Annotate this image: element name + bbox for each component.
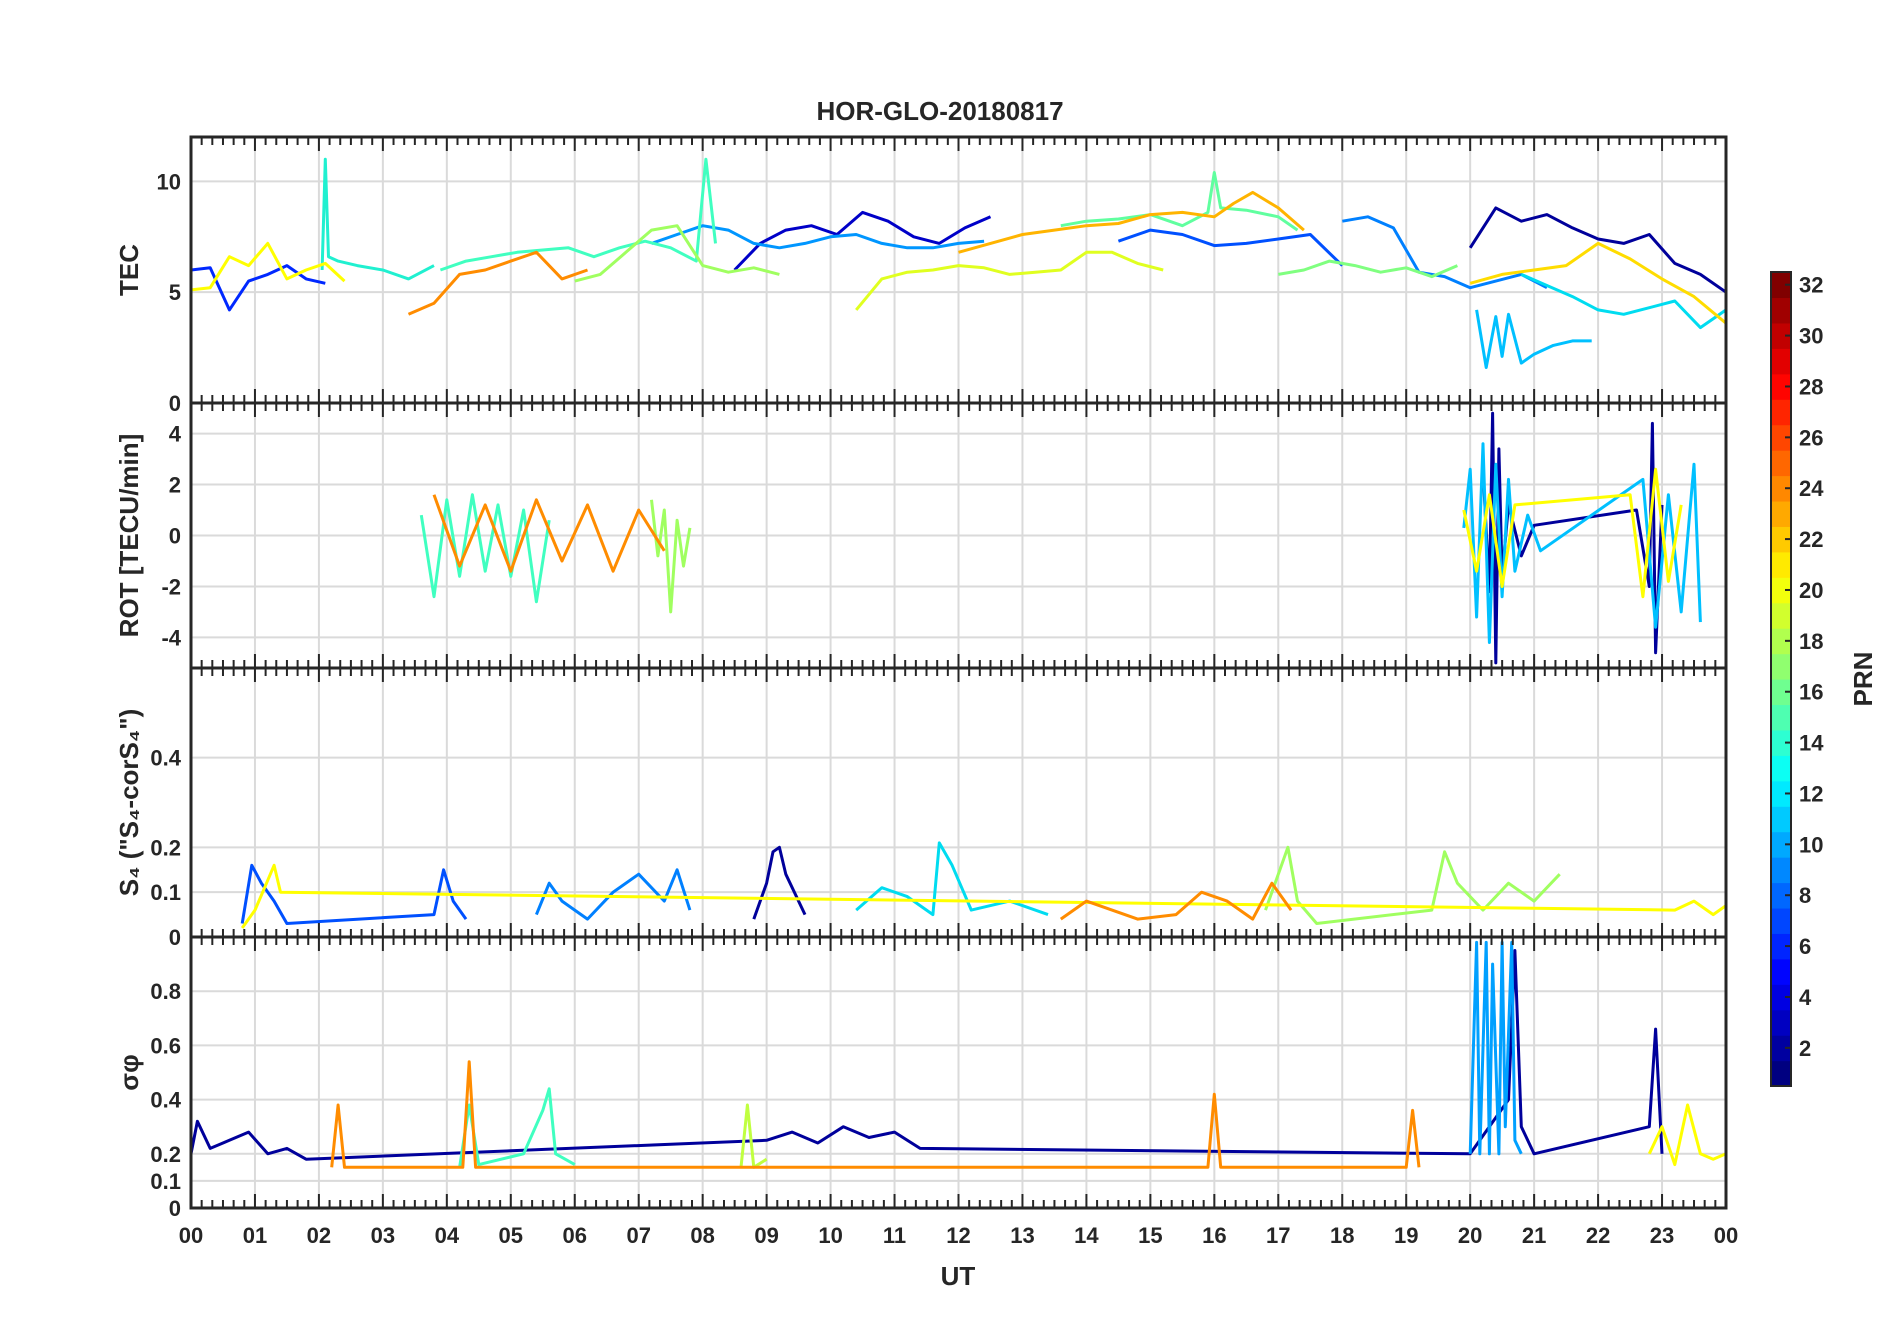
colorbar-segment — [1771, 1060, 1791, 1087]
y-tick-label: 0 — [169, 925, 181, 950]
colorbar-tick-label: 26 — [1799, 425, 1823, 450]
x-tick-label: 04 — [435, 1223, 460, 1248]
colorbar-tick-label: 16 — [1799, 680, 1823, 705]
x-axis: 00 01 02 03 04 05 06 07 08 09 10 11 12 13 14 15 16 17 18 19… — [179, 1223, 1738, 1248]
y-tick-label: 10 — [157, 169, 181, 194]
colorbar-segment — [1771, 297, 1791, 324]
colorbar-segment — [1771, 857, 1791, 884]
y-tick-label: 0.6 — [150, 1033, 181, 1058]
colorbar-segment — [1771, 399, 1791, 426]
x-axis-label: UT — [941, 1261, 976, 1291]
chart-figure: HOR-GLO-20180817 0510TEC420-2-4ROT [TECU… — [114, 96, 1878, 1291]
colorbar-tick-label: 22 — [1799, 527, 1823, 552]
y-tick-label: -2 — [161, 574, 181, 599]
x-tick-label: 01 — [243, 1223, 267, 1248]
colorbar-tick-label: 10 — [1799, 832, 1823, 857]
x-tick-label: 21 — [1522, 1223, 1546, 1248]
colorbar-tick-label: 2 — [1799, 1036, 1811, 1061]
colorbar-tick-label: 30 — [1799, 324, 1823, 349]
colorbar-segment — [1771, 500, 1791, 527]
colorbar-tick-label: 32 — [1799, 273, 1823, 298]
x-tick-label: 16 — [1202, 1223, 1226, 1248]
y-tick-label: 0.4 — [150, 746, 181, 771]
x-tick-label: 12 — [946, 1223, 970, 1248]
y-tick-label: 2 — [169, 473, 181, 498]
y-tick-label: 0 — [169, 524, 181, 549]
colorbar-tick-label: 12 — [1799, 781, 1823, 806]
x-tick-label: 23 — [1650, 1223, 1674, 1248]
y-tick-label: 0 — [169, 391, 181, 416]
colorbar-segment — [1771, 602, 1791, 629]
panels-group: 0510TEC420-2-4ROT [TECU/min]00.10.20.4S₄… — [114, 135, 1728, 1221]
colorbar-segment — [1771, 348, 1791, 375]
y-tick-label: 0.8 — [150, 979, 181, 1004]
colorbar-tick-label: 28 — [1799, 374, 1823, 399]
x-tick-label: 18 — [1330, 1223, 1354, 1248]
colorbar-tick-label: 24 — [1799, 476, 1824, 501]
panel-1: 0 5 10 TEC — [114, 135, 1728, 416]
y-tick-label: 0.1 — [150, 880, 181, 905]
x-tick-label: 22 — [1586, 1223, 1610, 1248]
y-tick-label: 0.4 — [150, 1088, 181, 1113]
panel-2: 4 2 0 -2 -4 ROT [TECU/min] — [114, 401, 1728, 670]
x-tick-label: 08 — [690, 1223, 714, 1248]
colorbar-tick-label: 4 — [1799, 985, 1812, 1010]
x-tick-label: 00 — [1714, 1223, 1738, 1248]
y-tick-label: 5 — [169, 280, 181, 305]
x-tick-label: 15 — [1138, 1223, 1162, 1248]
x-tick-label: 00 — [179, 1223, 203, 1248]
x-tick-label: 19 — [1394, 1223, 1418, 1248]
x-tick-label: 13 — [1010, 1223, 1034, 1248]
y-tick-label: 0.2 — [150, 1142, 181, 1167]
x-tick-label: 14 — [1074, 1223, 1099, 1248]
colorbar-segment — [1771, 958, 1791, 985]
y-axis-label: S₄ ("S₄-corS₄") — [114, 709, 144, 897]
y-axis-label: TEC — [114, 244, 144, 296]
colorbar-tick-label: 20 — [1799, 578, 1823, 603]
x-tick-label: 02 — [307, 1223, 331, 1248]
x-tick-label: 09 — [754, 1223, 778, 1248]
colorbar-segment — [1771, 1009, 1791, 1036]
y-axis-label: σφ — [114, 1054, 144, 1090]
x-tick-label: 17 — [1266, 1223, 1290, 1248]
colorbar-segment — [1771, 704, 1791, 731]
colorbar-segment — [1771, 551, 1791, 578]
x-tick-label: 07 — [626, 1223, 650, 1248]
chart-title: HOR-GLO-20180817 — [816, 96, 1063, 126]
colorbar-segment — [1771, 450, 1791, 477]
y-tick-label: 0.1 — [150, 1169, 181, 1194]
colorbar-tick-label: 14 — [1799, 731, 1824, 756]
panel-4: 00.10.2 0.4 0.6 0.8 σφ — [114, 935, 1728, 1221]
panel-3: 0 0.1 0.2 0.4S₄ ("S₄-corS₄") — [114, 666, 1728, 950]
colorbar-segment — [1771, 907, 1791, 934]
x-tick-label: 03 — [371, 1223, 395, 1248]
x-tick-label: 11 — [883, 1223, 906, 1248]
x-tick-label: 20 — [1458, 1223, 1482, 1248]
colorbar-segment — [1771, 653, 1791, 680]
colorbar-segment — [1771, 755, 1791, 782]
x-tick-label: 05 — [499, 1223, 523, 1248]
y-tick-label: -4 — [161, 625, 181, 650]
colorbar-segment — [1771, 806, 1791, 833]
x-tick-label: 06 — [563, 1223, 587, 1248]
colorbar-tick-label: 18 — [1799, 629, 1823, 654]
y-tick-label: 0 — [169, 1196, 181, 1221]
y-tick-label: 4 — [169, 422, 182, 447]
colorbar-tick-label: 8 — [1799, 883, 1811, 908]
colorbar-label: PRN — [1848, 652, 1878, 707]
colorbar: 2468101214161820222426283032PRN — [1770, 271, 1878, 1087]
y-tick-label: 0.2 — [150, 835, 181, 860]
colorbar-tick-label: 6 — [1799, 934, 1811, 959]
x-tick-label: 10 — [818, 1223, 842, 1248]
y-axis-label: ROT [TECU/min] — [114, 434, 144, 638]
